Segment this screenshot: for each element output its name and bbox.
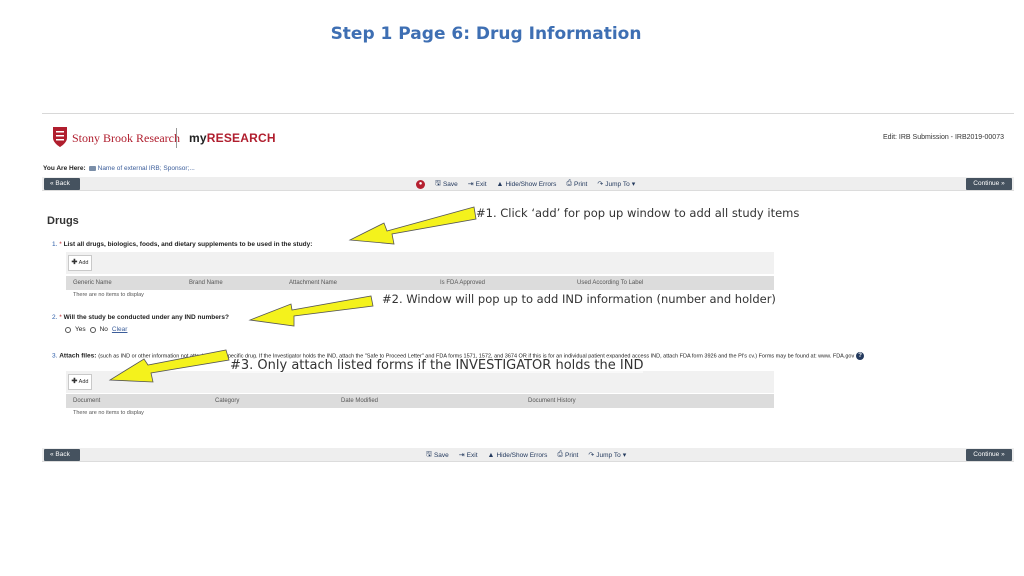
arrow-2-icon (248, 295, 374, 327)
callout-3: #3. Only attach listed forms if the INVE… (230, 358, 644, 373)
arrow-1-icon (348, 206, 477, 245)
callout-2: #2. Window will pop up to add IND inform… (382, 292, 776, 306)
callout-1: #1. Click ‘add’ for pop up window to add… (476, 206, 800, 220)
arrow-3-icon (108, 349, 230, 383)
annotation-arrows (108, 206, 477, 383)
